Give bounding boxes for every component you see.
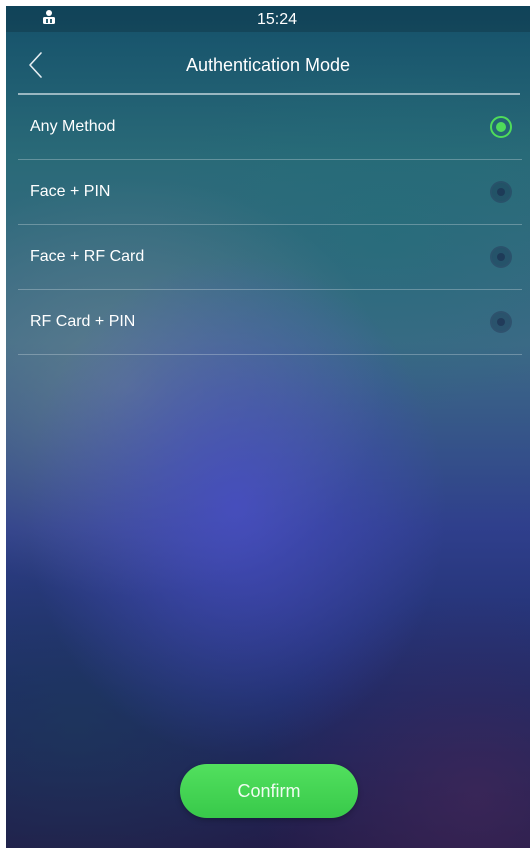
radio-unselected[interactable] <box>490 181 512 203</box>
status-bar: 15:24 <box>6 6 530 32</box>
option-rf-card-pin[interactable]: RF Card + PIN <box>18 290 522 355</box>
option-face-pin[interactable]: Face + PIN <box>18 160 522 225</box>
radio-unselected[interactable] <box>490 246 512 268</box>
header: Authentication Mode <box>6 32 530 94</box>
option-face-rf-card[interactable]: Face + RF Card <box>18 225 522 290</box>
page-title: Authentication Mode <box>185 55 351 75</box>
option-label: RF Card + PIN <box>30 313 136 330</box>
status-time: 15:24 <box>256 11 298 28</box>
option-label: Face + RF Card <box>30 248 145 265</box>
option-label: Any Method <box>30 118 116 135</box>
confirm-button[interactable]: Confirm <box>180 764 358 818</box>
radio-selected[interactable] <box>490 116 512 138</box>
option-label: Face + PIN <box>30 183 111 200</box>
option-any-method[interactable]: Any Method <box>18 95 522 160</box>
device-screen: 15:24 Authentication Mode Any Method Fac… <box>6 6 530 848</box>
radio-unselected[interactable] <box>490 311 512 333</box>
auth-mode-options: Any Method Face + PIN Face + RF Card RF … <box>18 95 522 355</box>
